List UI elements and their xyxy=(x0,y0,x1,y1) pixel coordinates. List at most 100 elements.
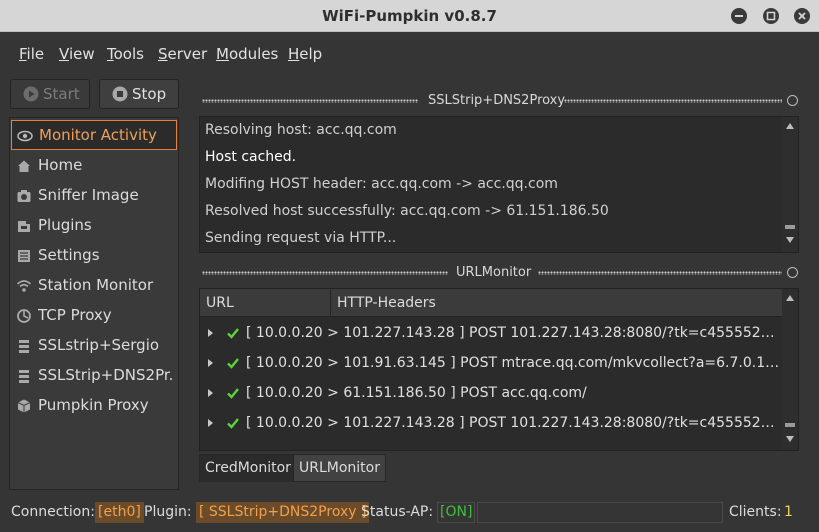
sidebar-item-monitor-activity[interactable]: Monitor Activity xyxy=(11,120,177,150)
menu-bar: File View Tools Server Modules Help xyxy=(0,33,819,75)
scroll-thumb[interactable] xyxy=(785,423,795,427)
log-line: Resolved host successfully: acc.qq.com -… xyxy=(205,203,609,219)
dock-close-icon[interactable] xyxy=(787,95,798,106)
ssl-dock-header[interactable]: SSLStrip+DNS2Proxy xyxy=(198,89,802,113)
minimize-button[interactable] xyxy=(731,8,747,24)
window-title: WiFi-Pumpkin v0.8.7 xyxy=(322,7,497,25)
sidebar-item-home[interactable]: Home xyxy=(11,151,177,181)
sslstrip-dns2proxy-icon xyxy=(19,370,29,383)
table-row[interactable]: [ 10.0.0.20 > 101.91.63.145 ] POST mtrac… xyxy=(200,349,784,379)
dock-grip xyxy=(202,271,448,275)
column-header-url[interactable]: URL xyxy=(200,289,331,317)
tab-credmonitor[interactable]: CredMonitor xyxy=(199,454,297,482)
close-button[interactable] xyxy=(794,8,810,24)
table-row[interactable]: [ 10.0.0.20 > 61.151.186.50 ] POST acc.q… xyxy=(200,379,784,409)
menu-modules[interactable]: Modules xyxy=(216,45,278,63)
sidebar-item-pumpkin-proxy[interactable]: Pumpkin Proxy xyxy=(11,391,177,421)
sidebar-item-tcp-proxy[interactable]: TCP Proxy xyxy=(11,301,177,331)
row-text: [ 10.0.0.20 > 101.227.143.28 ] POST 101.… xyxy=(246,415,782,431)
row-text: [ 10.0.0.20 > 61.151.186.50 ] POST acc.q… xyxy=(246,385,587,401)
dock-close-icon[interactable] xyxy=(787,267,798,278)
check-icon xyxy=(227,388,239,399)
expand-arrow-icon[interactable] xyxy=(208,359,213,367)
sidebar: Monitor Activity Home Sniffer Image Plug… xyxy=(9,117,179,490)
row-text: [ 10.0.0.20 > 101.91.63.145 ] POST mtrac… xyxy=(246,355,782,371)
tab-urlmonitor[interactable]: URLMonitor xyxy=(293,454,386,482)
play-icon xyxy=(23,86,39,102)
sidebar-item-plugins[interactable]: Plugins xyxy=(11,211,177,241)
start-button-label: Start xyxy=(43,85,80,103)
maximize-button[interactable] xyxy=(763,8,779,24)
log-line: Host cached. xyxy=(205,149,297,165)
sidebar-item-label: Station Monitor xyxy=(38,276,154,294)
ssl-log[interactable]: Resolving host: acc.qq.com Host cached. … xyxy=(199,116,799,253)
sidebar-item-sslstrip-sergio[interactable]: SSLstrip+Sergio xyxy=(11,331,177,361)
plugin-label: Plugin: xyxy=(144,504,192,520)
plugin-badge: [ SSLStrip+DNS2Proxy ] xyxy=(196,502,370,523)
sidebar-item-label: SSLstrip+Sergio xyxy=(38,336,160,354)
sidebar-item-label: Plugins xyxy=(38,216,92,234)
home-icon xyxy=(18,160,30,172)
pumpkin-proxy-icon xyxy=(17,399,31,413)
scroll-thumb[interactable] xyxy=(785,225,795,229)
clients-count: 1 xyxy=(784,504,793,520)
sidebar-item-label: Monitor Activity xyxy=(39,126,157,144)
status-field xyxy=(477,502,723,523)
sidebar-item-station-monitor[interactable]: Station Monitor xyxy=(11,271,177,301)
scroll-down-icon xyxy=(786,237,794,243)
sidebar-item-label: Home xyxy=(38,156,83,174)
minimize-icon xyxy=(735,15,743,17)
table-header: URL HTTP-Headers xyxy=(200,289,784,317)
url-dock-header[interactable]: URLMonitor xyxy=(198,261,802,285)
sslstrip-sergio-icon xyxy=(19,340,29,353)
menu-file[interactable]: File xyxy=(19,45,44,63)
sidebar-item-label: SSLStrip+DNS2Pr... xyxy=(38,366,174,384)
menu-help[interactable]: Help xyxy=(288,45,322,63)
expand-arrow-icon[interactable] xyxy=(208,329,213,337)
plugin-icon xyxy=(18,221,30,232)
expand-arrow-icon[interactable] xyxy=(208,419,213,427)
camera-icon xyxy=(17,190,31,202)
clients-label: Clients: xyxy=(729,504,782,520)
stop-button-label: Stop xyxy=(132,85,167,103)
sidebar-item-label: Settings xyxy=(38,246,100,264)
ssl-log-scrollbar[interactable] xyxy=(782,117,798,252)
log-line: Resolving host: acc.qq.com xyxy=(205,122,397,138)
tcp-proxy-icon xyxy=(17,309,31,323)
scroll-up-icon xyxy=(786,295,794,301)
sidebar-item-sniffer-image[interactable]: Sniffer Image xyxy=(11,181,177,211)
dock-grip xyxy=(202,99,418,103)
check-icon xyxy=(227,358,239,369)
url-dock-title: URLMonitor xyxy=(456,265,532,280)
eye-icon xyxy=(17,130,33,142)
log-line: Sending request via HTTP... xyxy=(205,230,397,246)
stop-icon xyxy=(112,86,128,102)
menu-tools[interactable]: Tools xyxy=(107,45,144,63)
maximize-icon xyxy=(766,11,776,21)
sidebar-item-sslstrip-dns2proxy[interactable]: SSLStrip+DNS2Pr... xyxy=(11,361,177,391)
column-header-http-headers[interactable]: HTTP-Headers xyxy=(331,289,784,317)
sidebar-item-label: Pumpkin Proxy xyxy=(38,396,149,414)
status-bar: Connection: [eth0] Plugin: [ SSLStrip+DN… xyxy=(0,499,819,529)
ap-status-label: Status-AP: xyxy=(361,504,434,520)
url-table-scrollbar[interactable] xyxy=(782,289,798,450)
sidebar-item-label: Sniffer Image xyxy=(38,186,139,204)
close-icon xyxy=(798,12,806,20)
start-button[interactable]: Start xyxy=(10,79,90,109)
connection-label: Connection: xyxy=(11,504,95,520)
expand-arrow-icon[interactable] xyxy=(208,389,213,397)
dock-grip xyxy=(538,271,782,275)
table-row[interactable]: [ 10.0.0.20 > 101.227.143.28 ] POST 101.… xyxy=(200,319,784,349)
menu-server[interactable]: Server xyxy=(158,45,207,63)
ap-status-badge: [ON] xyxy=(437,502,476,523)
url-table[interactable]: URL HTTP-Headers [ 10.0.0.20 > 101.227.1… xyxy=(199,288,799,451)
sidebar-item-settings[interactable]: Settings xyxy=(11,241,177,271)
row-text: [ 10.0.0.20 > 101.227.143.28 ] POST 101.… xyxy=(246,325,782,341)
stop-button[interactable]: Stop xyxy=(99,79,179,109)
table-row[interactable]: [ 10.0.0.20 > 101.227.143.28 ] POST 101.… xyxy=(200,409,784,439)
menu-view[interactable]: View xyxy=(59,45,95,63)
check-icon xyxy=(227,328,239,339)
wifi-icon xyxy=(16,280,32,292)
scroll-up-icon xyxy=(786,123,794,129)
scroll-down-icon xyxy=(786,436,794,442)
